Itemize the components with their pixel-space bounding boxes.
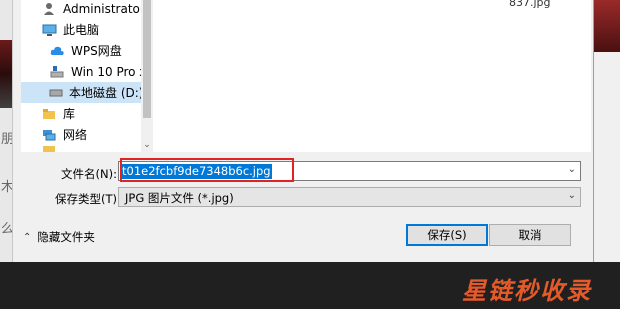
nav-scrollbar[interactable]: ⌄ [141,0,153,152]
nav-item-label: 库 [63,107,76,121]
chevron-up-icon: ⌃ [23,231,32,243]
background-photo [0,40,12,108]
computer-icon [41,23,57,37]
drive-icon [49,86,63,100]
navigation-pane: Administrator 此电脑 WPS网盘 Win 10 Pro x6 本地… [21,0,154,152]
filetype-select[interactable]: JPG 图片文件 (*.jpg) ⌄ [118,187,581,207]
nav-item-label: 本地磁盘 (D:) [69,86,141,100]
background-page-left: 朋 木 么 [0,0,14,262]
cancel-button[interactable]: 取消 [489,224,571,246]
nav-scrollbar-thumb[interactable] [143,0,151,118]
drive-icon [49,65,65,79]
background-thumbnail [592,0,620,52]
file-item-label[interactable]: 837.jpg [509,0,551,9]
hide-folders-toggle[interactable]: ⌃ 隐藏文件夹 [23,229,95,245]
filetype-label: 保存类型(T): [55,192,121,206]
nav-item-label: WPS网盘 [71,44,122,58]
save-dialog: Administrator 此电脑 WPS网盘 Win 10 Pro x6 本地… [12,0,594,262]
cloud-icon [49,44,65,58]
filename-label: 文件名(N): [61,167,117,181]
nav-item-label: 此电脑 [63,23,100,37]
background-page-right [592,0,620,262]
nav-item-local-disk-d[interactable]: 本地磁盘 (D:) [21,82,141,103]
nav-item-label: Administrator [63,1,145,16]
network-icon [41,128,57,142]
chevron-down-icon[interactable]: ⌄ [141,140,153,150]
user-icon [41,2,57,16]
nav-item-label: 网络 [63,128,88,142]
filetype-value: JPG 图片文件 (*.jpg) [125,191,234,205]
watermark-logo: 星链秒收录 [462,277,592,305]
chevron-down-icon[interactable]: ⌄ [568,190,576,201]
library-icon [41,107,57,121]
chevron-down-icon[interactable]: ⌄ [568,164,576,175]
hide-folders-label: 隐藏文件夹 [37,230,95,244]
file-list[interactable]: 837.jpg [153,0,591,152]
highlight-box [120,158,294,182]
folder-icon [41,146,57,152]
save-button[interactable]: 保存(S) [406,224,488,246]
